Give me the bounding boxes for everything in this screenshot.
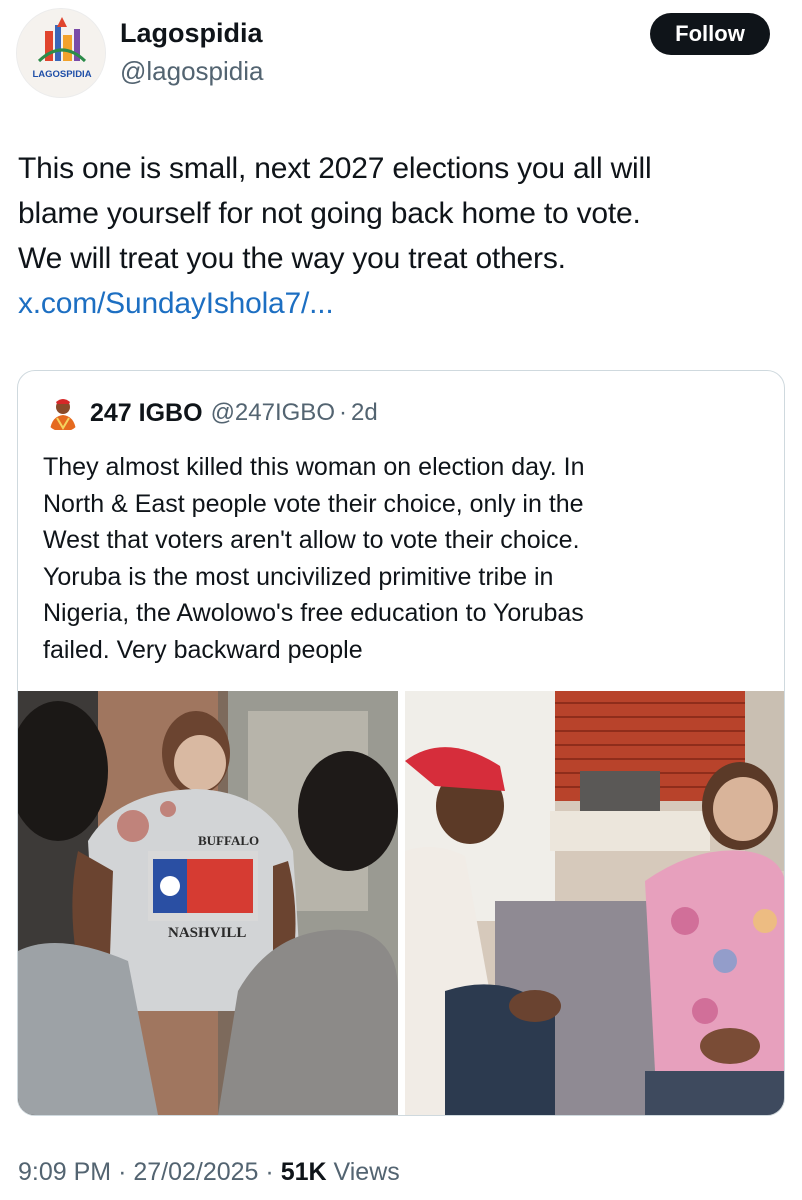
views-count: 51K xyxy=(280,1158,327,1186)
tweet-text-line: This one is small, next 2027 elections y… xyxy=(18,152,652,185)
photo-left[interactable]: BUFFALO NASHVILL xyxy=(18,691,398,1115)
tweet-body: This one is small, next 2027 elections y… xyxy=(18,146,788,326)
photo-left-image: BUFFALO NASHVILL xyxy=(18,691,398,1115)
meta-separator: · xyxy=(265,1158,274,1186)
quoted-tweet-card[interactable]: 247 IGBO @247IGBO · 2d They almost kille… xyxy=(17,370,785,1116)
quoted-avatar-icon xyxy=(44,394,82,432)
shirt-text-top: BUFFALO xyxy=(198,833,259,848)
tweet-text-line: blame yourself for not going back home t… xyxy=(18,197,641,230)
quoted-separator: · xyxy=(338,399,347,426)
author-name[interactable]: Lagospidia xyxy=(120,18,263,49)
quoted-text-line: They almost killed this woman on electio… xyxy=(43,453,585,481)
shirt-text-bottom: NASHVILL xyxy=(168,925,246,941)
quoted-text-line: Yoruba is the most uncivilized primitive… xyxy=(43,562,554,591)
photo-right-image xyxy=(405,691,784,1115)
tweet-header: LAGOSPIDIA Lagospidia @lagospidia Follow xyxy=(0,0,802,110)
author-handle[interactable]: @lagospidia xyxy=(120,56,263,87)
quoted-tweet-body: They almost killed this woman on electio… xyxy=(43,449,773,668)
tweet-meta: 9:09 PM · 27/02/2025 · 51K Views xyxy=(18,1158,400,1187)
quoted-text-line: West that voters aren't allow to vote th… xyxy=(43,526,580,554)
lagospidia-logo-icon: LAGOSPIDIA xyxy=(17,9,105,97)
avatar-logo-text: LAGOSPIDIA xyxy=(32,69,91,80)
quoted-author-handle[interactable]: @247IGBO xyxy=(211,399,335,427)
meta-separator: · xyxy=(118,1158,127,1186)
tweet-time[interactable]: 9:09 PM xyxy=(18,1158,111,1186)
tweet-link[interactable]: x.com/SundayIshola7/... xyxy=(18,281,788,326)
quoted-text-line: failed. Very backward people xyxy=(43,635,363,664)
follow-button[interactable]: Follow xyxy=(650,13,770,55)
photo-right[interactable] xyxy=(405,691,784,1115)
author-avatar[interactable]: LAGOSPIDIA xyxy=(16,8,106,98)
tweet-text-line: We will treat you the way you treat othe… xyxy=(18,242,566,275)
quoted-author-avatar[interactable] xyxy=(44,394,82,432)
quoted-author-name[interactable]: 247 IGBO xyxy=(90,399,203,428)
quoted-text-line: North & East people vote their choice, o… xyxy=(43,489,584,518)
quoted-tweet-header: 247 IGBO @247IGBO · 2d xyxy=(44,393,378,433)
tweet-date[interactable]: 27/02/2025 xyxy=(133,1158,258,1186)
views-label: Views xyxy=(333,1158,400,1186)
quoted-text-line: Nigeria, the Awolowo's free education to… xyxy=(43,599,584,627)
quoted-timestamp[interactable]: 2d xyxy=(351,399,378,427)
quoted-media-grid: BUFFALO NASHVILL xyxy=(18,691,784,1115)
